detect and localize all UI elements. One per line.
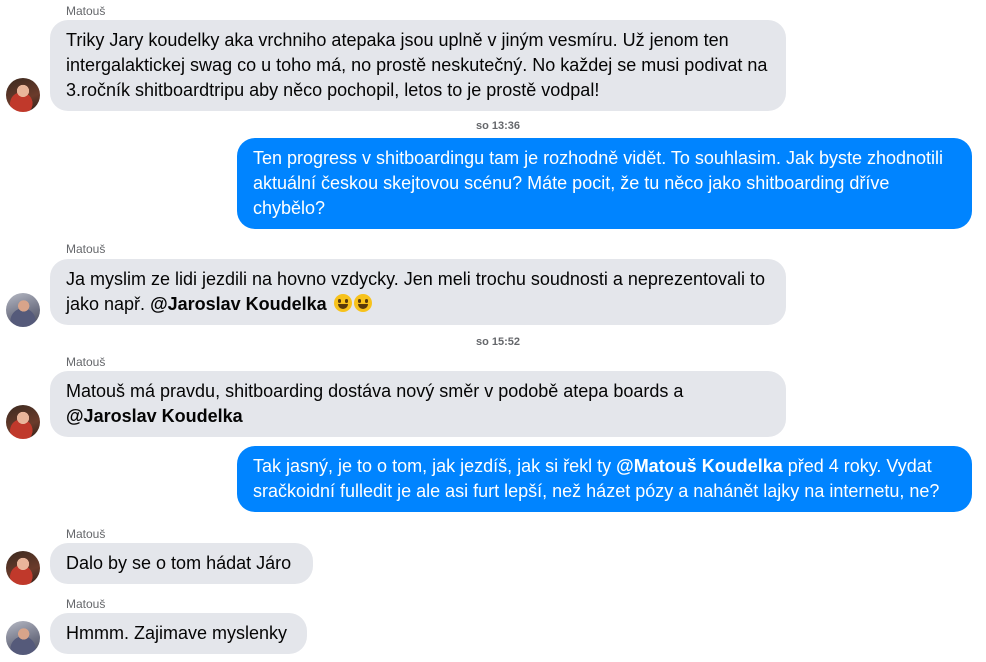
message-bubble-outgoing[interactable]: Ten progress v shitboardingu tam je rozh… xyxy=(237,138,972,229)
message-timestamp: so 13:36 xyxy=(475,120,521,132)
grinning-face-emoji-icon xyxy=(353,294,372,312)
grinning-face-emoji-icon xyxy=(333,294,352,312)
message-bubble[interactable]: Hmmm. Zajimave myslenky xyxy=(50,613,307,654)
sender-name: Matouš xyxy=(66,527,106,541)
avatar[interactable] xyxy=(6,405,40,439)
message-text: Triky Jary koudelky aka vrchniho atepaka… xyxy=(66,30,768,100)
message-bubble[interactable]: Triky Jary koudelky aka vrchniho atepaka… xyxy=(50,20,786,111)
message-text: Ten progress v shitboardingu tam je rozh… xyxy=(253,148,944,218)
sender-name: Matouš xyxy=(66,597,106,611)
sender-name: Matouš xyxy=(66,4,106,18)
message-text: Tak jasný, je to o tom, jak jezdíš, jak … xyxy=(253,456,617,476)
avatar[interactable] xyxy=(6,78,40,112)
message-timestamp: so 15:52 xyxy=(475,336,521,348)
message-bubble[interactable]: Matouš má pravdu, shitboarding dostáva n… xyxy=(50,371,786,437)
mention-link[interactable]: @Jaroslav Koudelka xyxy=(150,294,327,314)
message-text: Dalo by se o tom hádat Járo xyxy=(66,553,292,573)
message-text: Matouš má pravdu, shitboarding dostáva n… xyxy=(66,381,684,401)
mention-link[interactable]: @Jaroslav Koudelka xyxy=(66,406,243,426)
message-text: Hmmm. Zajimave myslenky xyxy=(66,623,288,643)
message-bubble[interactable]: Ja myslim ze lidi jezdili na hovno vzdyc… xyxy=(50,259,786,325)
message-bubble-outgoing[interactable]: Tak jasný, je to o tom, jak jezdíš, jak … xyxy=(237,446,972,512)
avatar[interactable] xyxy=(6,621,40,655)
avatar[interactable] xyxy=(6,551,40,585)
avatar[interactable] xyxy=(6,293,40,327)
mention-link[interactable]: @Matouš Koudelka xyxy=(616,456,783,476)
sender-name: Matouš xyxy=(66,242,106,256)
message-bubble[interactable]: Dalo by se o tom hádat Járo xyxy=(50,543,313,584)
sender-name: Matouš xyxy=(66,355,106,369)
